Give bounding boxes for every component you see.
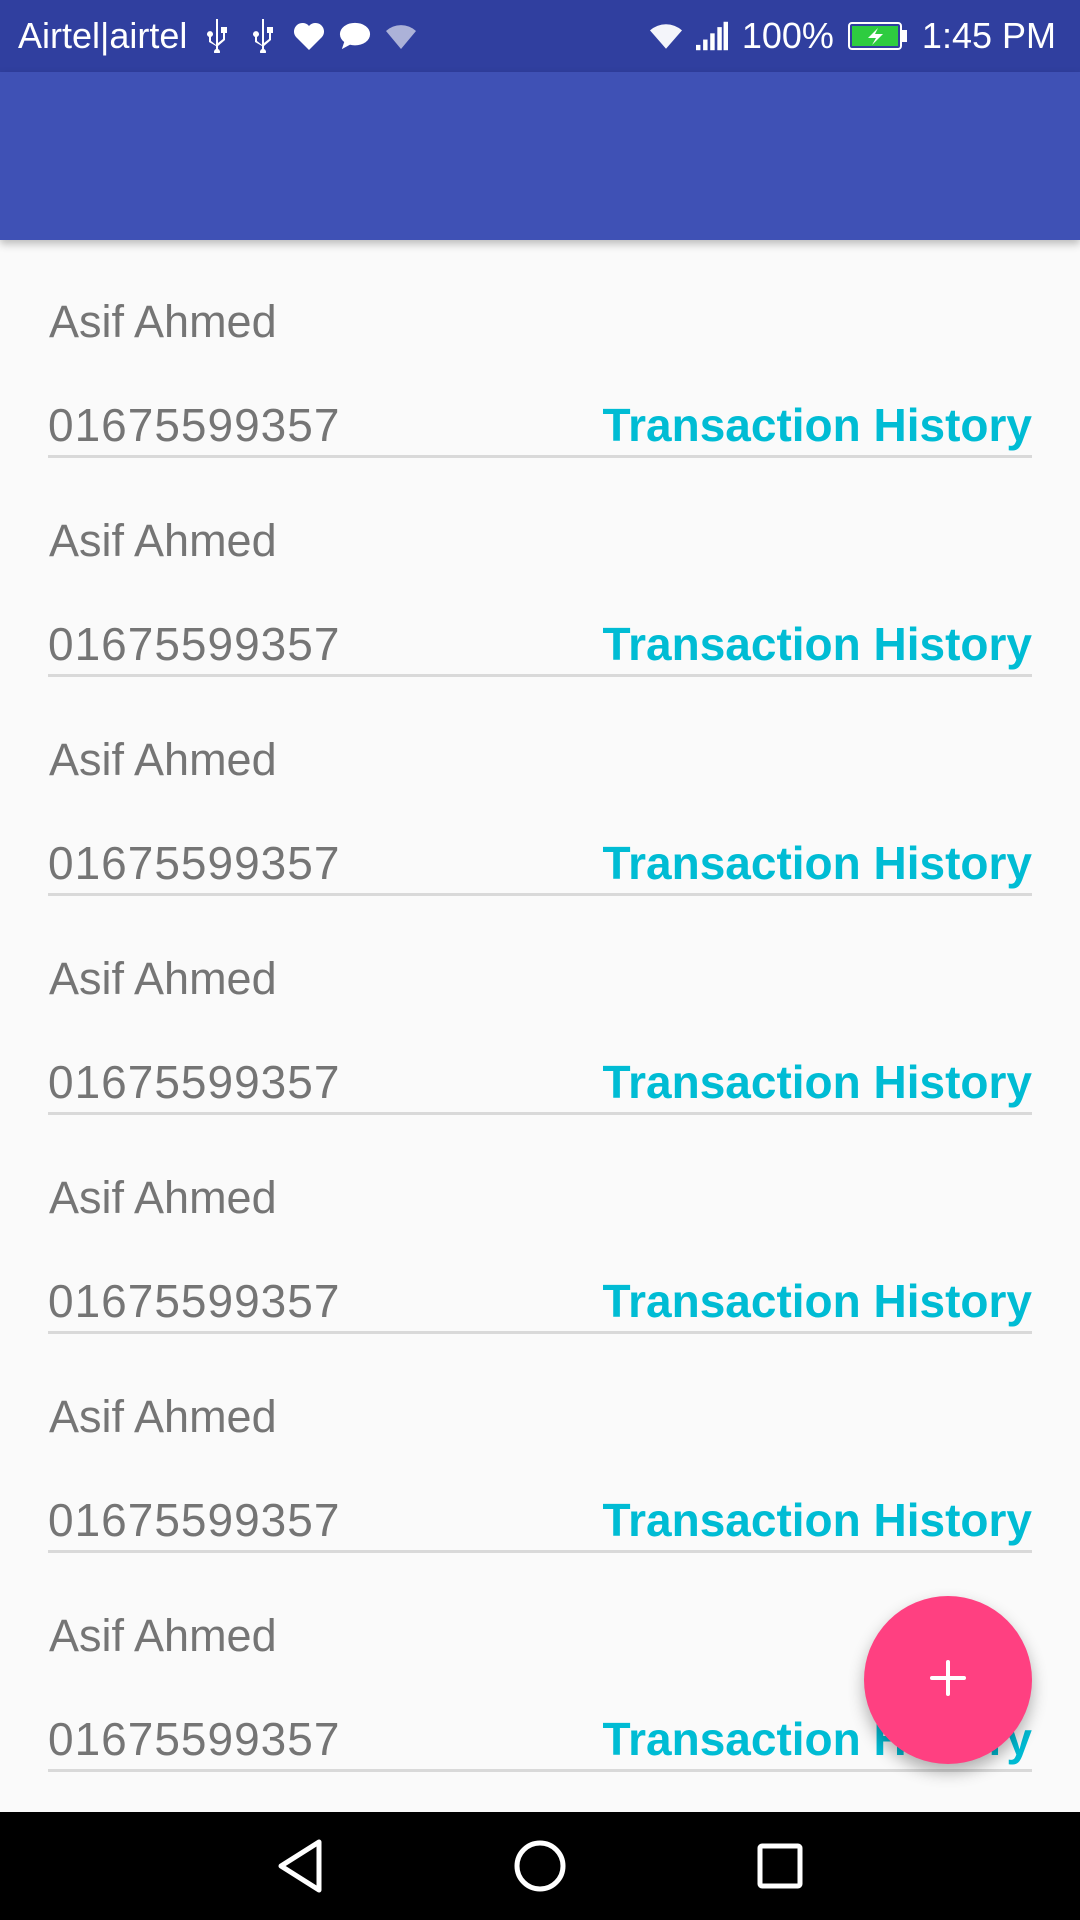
contact-phone: 01675599357: [48, 1275, 341, 1327]
divider: [48, 674, 1032, 677]
transaction-history-link[interactable]: Transaction History: [603, 1493, 1032, 1547]
contact-phone: 01675599357: [48, 1713, 341, 1765]
list-item[interactable]: Asif Ahmed 01675599357 Transaction Histo…: [48, 678, 1032, 897]
heart-icon: [293, 16, 325, 56]
usb-icon: [247, 16, 279, 56]
list-item[interactable]: Asif Ahmed 01675599357 Transaction Histo…: [48, 459, 1032, 678]
transaction-history-link[interactable]: Transaction History: [603, 617, 1032, 671]
contact-phone: 01675599357: [48, 1494, 341, 1546]
back-icon[interactable]: [255, 1821, 345, 1911]
divider: [48, 893, 1032, 896]
battery-charging-icon: [847, 16, 908, 56]
app-bar: [0, 72, 1080, 240]
transaction-history-link[interactable]: Transaction History: [603, 1274, 1032, 1328]
wifi-question-icon: [385, 16, 417, 56]
add-button[interactable]: [864, 1596, 1032, 1764]
contact-name: Asif Ahmed: [49, 1172, 277, 1223]
recents-icon[interactable]: [735, 1821, 825, 1911]
signal-icon: [695, 16, 728, 56]
divider: [48, 1112, 1032, 1115]
wifi-icon: [649, 16, 682, 56]
list-item[interactable]: Asif Ahmed 01675599357 Transaction Histo…: [48, 1116, 1032, 1335]
contact-name: Asif Ahmed: [49, 1610, 277, 1661]
contact-name: Asif Ahmed: [49, 953, 277, 1004]
contact-name: Asif Ahmed: [49, 515, 277, 566]
transaction-history-link[interactable]: Transaction History: [603, 398, 1032, 452]
plus-icon: [928, 1658, 968, 1703]
list-item[interactable]: Asif Ahmed 01675599357 Transaction Histo…: [48, 240, 1032, 459]
transaction-history-link[interactable]: Transaction History: [603, 1055, 1032, 1109]
contact-phone: 01675599357: [48, 618, 341, 670]
divider: [48, 1769, 1032, 1772]
divider: [48, 1550, 1032, 1553]
navigation-bar: [0, 1812, 1080, 1920]
contact-list[interactable]: Asif Ahmed 01675599357 Transaction Histo…: [0, 240, 1080, 1810]
transaction-history-link[interactable]: Transaction History: [603, 836, 1032, 890]
contact-name: Asif Ahmed: [49, 296, 277, 347]
status-left: Airtel|airtel: [18, 15, 417, 57]
contact-name: Asif Ahmed: [49, 1391, 277, 1442]
contact-phone: 01675599357: [48, 837, 341, 889]
contact-phone: 01675599357: [48, 399, 341, 451]
status-bar: Airtel|airtel 100% 1:45 PM: [0, 0, 1080, 72]
carrier-label: Airtel|airtel: [18, 15, 188, 56]
contact-phone: 01675599357: [48, 1056, 341, 1108]
list-item[interactable]: Asif Ahmed 01675599357 Transaction Histo…: [48, 1335, 1032, 1554]
divider: [48, 1331, 1032, 1334]
usb-icon: [201, 16, 233, 56]
home-icon[interactable]: [495, 1821, 585, 1911]
battery-percent: 100%: [741, 15, 834, 56]
contact-name: Asif Ahmed: [49, 734, 277, 785]
divider: [48, 455, 1032, 458]
message-icon: [339, 16, 371, 56]
status-right: 100% 1:45 PM: [649, 15, 1056, 57]
list-item[interactable]: Asif Ahmed 01675599357 Transaction Histo…: [48, 897, 1032, 1116]
clock: 1:45 PM: [921, 15, 1056, 56]
